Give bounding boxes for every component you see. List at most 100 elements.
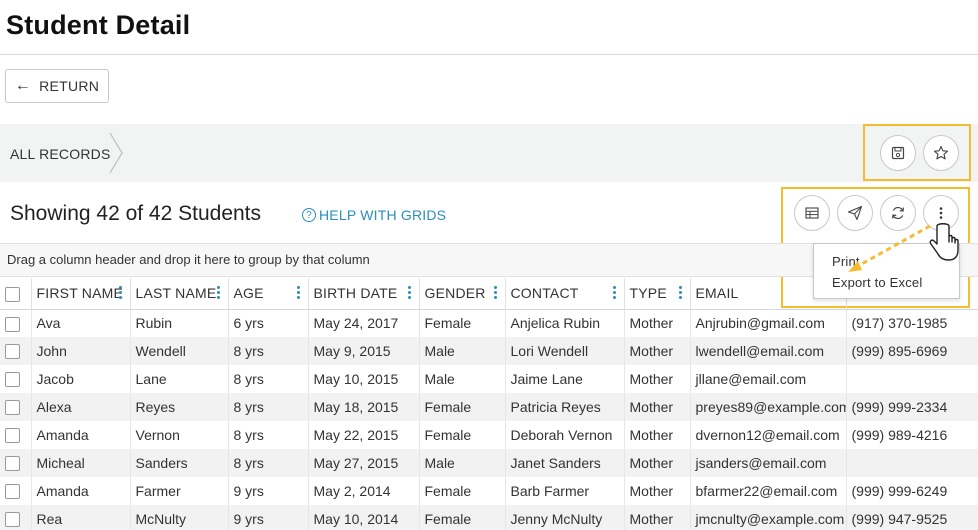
cell-email[interactable]: lwendell@email.com [690, 337, 847, 365]
column-header-gender[interactable]: GENDER [419, 278, 506, 310]
refresh-button[interactable] [880, 195, 916, 231]
table-row[interactable]: Amanda Vernon 8 yrs May 22, 2015 Female Debor… [0, 421, 978, 449]
cell-contact: Patricia Reyes [505, 393, 625, 421]
cell-last-name[interactable]: Farmer [130, 477, 229, 505]
cell-first-name[interactable]: John [31, 337, 131, 365]
cell-phone [846, 365, 978, 393]
column-header-age[interactable]: AGE [228, 278, 309, 310]
cell-last-name[interactable]: Vernon [130, 421, 229, 449]
cell-email[interactable]: jmcnulty@example.com [690, 505, 847, 530]
columns-icon [805, 207, 819, 219]
cell-birth-date: May 10, 2015 [308, 365, 420, 393]
cell-last-name[interactable]: Lane [130, 365, 229, 393]
cell-gender: Female [419, 393, 506, 421]
favorite-button[interactable] [923, 135, 959, 171]
column-menu-icon[interactable] [612, 286, 616, 300]
menu-item-export-to-excel[interactable]: Export to Excel [832, 272, 941, 293]
cell-birth-date: May 2, 2014 [308, 477, 420, 505]
row-checkbox[interactable] [5, 484, 20, 500]
breadcrumb: ALL RECORDS [0, 124, 978, 182]
column-menu-icon[interactable] [493, 286, 497, 300]
chevron-right-icon [109, 132, 123, 174]
cell-age: 8 yrs [228, 337, 309, 365]
menu-item-print[interactable]: Print [832, 251, 941, 272]
column-menu-icon[interactable] [296, 286, 300, 300]
grid-body: Ava Rubin 6 yrs May 24, 2017 Female Anjelica … [0, 309, 978, 530]
cell-first-name[interactable]: Ava [31, 309, 131, 337]
table-row[interactable]: Rea McNulty 9 yrs May 10, 2014 Female Jenny M… [0, 505, 978, 530]
cell-type: Mother [624, 449, 691, 477]
page-title: Student Detail [6, 10, 191, 40]
cell-gender: Female [419, 505, 506, 530]
cell-first-name[interactable]: Micheal [31, 449, 131, 477]
row-checkbox[interactable] [5, 512, 20, 528]
row-select-cell [0, 477, 32, 505]
column-menu-icon[interactable] [407, 286, 411, 300]
row-checkbox[interactable] [5, 428, 20, 444]
cell-last-name[interactable]: Reyes [130, 393, 229, 421]
save-view-button[interactable] [880, 135, 916, 171]
cell-last-name[interactable]: McNulty [130, 505, 229, 530]
row-checkbox[interactable] [5, 400, 20, 416]
cell-first-name[interactable]: Amanda [31, 421, 131, 449]
cell-last-name[interactable]: Rubin [130, 309, 229, 337]
star-icon [933, 145, 949, 160]
cell-first-name[interactable]: Rea [31, 505, 131, 530]
cell-type: Mother [624, 505, 691, 530]
table-row[interactable]: Jacob Lane 8 yrs May 10, 2015 Male Jaime Lane… [0, 365, 978, 393]
breadcrumb-all-records[interactable]: ALL RECORDS [10, 146, 111, 162]
cell-email[interactable]: bfarmer22@email.com [690, 477, 847, 505]
cell-first-name[interactable]: Jacob [31, 365, 131, 393]
cell-first-name[interactable]: Amanda [31, 477, 131, 505]
column-header-birth-date[interactable]: BIRTH DATE [308, 278, 420, 310]
cell-type: Mother [624, 393, 691, 421]
cell-type: Mother [624, 477, 691, 505]
save-icon [891, 146, 905, 160]
cell-email[interactable]: preyes89@example.com [690, 393, 847, 421]
help-with-grids-link[interactable]: ? HELP WITH GRIDS [302, 207, 446, 223]
return-button[interactable]: ← RETURN [5, 69, 109, 103]
column-menu-icon[interactable] [216, 286, 220, 300]
cell-last-name[interactable]: Sanders [130, 449, 229, 477]
cell-contact: Janet Sanders [505, 449, 625, 477]
column-header-first-name[interactable]: FIRST NAME [31, 278, 131, 310]
students-grid: FIRST NAME LAST NAME AGE BIRTH DATE GEND… [0, 278, 978, 530]
row-checkbox[interactable] [5, 456, 20, 472]
column-menu-icon[interactable] [118, 286, 122, 300]
cell-phone: (999) 999-6249 [846, 477, 978, 505]
row-select-cell [0, 421, 32, 449]
cell-gender: Female [419, 421, 506, 449]
cell-gender: Male [419, 337, 506, 365]
cell-email[interactable]: dvernon12@email.com [690, 421, 847, 449]
table-row[interactable]: Amanda Farmer 9 yrs May 2, 2014 Female Barb F… [0, 477, 978, 505]
cell-email[interactable]: jsanders@email.com [690, 449, 847, 477]
columns-button[interactable] [794, 195, 830, 231]
row-select-cell [0, 365, 32, 393]
cell-type: Mother [624, 337, 691, 365]
column-header-contact[interactable]: CONTACT [505, 278, 625, 310]
row-checkbox[interactable] [5, 344, 20, 360]
cell-age: 8 yrs [228, 449, 309, 477]
table-row[interactable]: Ava Rubin 6 yrs May 24, 2017 Female Anjelica … [0, 309, 978, 337]
cell-email[interactable]: Anjrubin@gmail.com [690, 309, 847, 337]
cell-age: 8 yrs [228, 393, 309, 421]
pointer-hand-icon [929, 223, 959, 261]
table-row[interactable]: John Wendell 8 yrs May 9, 2015 Male Lori Wend… [0, 337, 978, 365]
table-row[interactable]: Micheal Sanders 8 yrs May 27, 2015 Male Janet… [0, 449, 978, 477]
column-header-type[interactable]: TYPE [624, 278, 691, 310]
cell-last-name[interactable]: Wendell [130, 337, 229, 365]
send-button[interactable] [837, 195, 873, 231]
cell-age: 9 yrs [228, 505, 309, 530]
select-all-checkbox[interactable] [5, 286, 20, 302]
cell-phone: (999) 999-2334 [846, 393, 978, 421]
row-select-cell [0, 337, 32, 365]
column-menu-icon[interactable] [678, 286, 682, 300]
table-row[interactable]: Alexa Reyes 8 yrs May 18, 2015 Female Patrici… [0, 393, 978, 421]
row-checkbox[interactable] [5, 372, 20, 388]
row-checkbox[interactable] [5, 316, 20, 332]
cell-email[interactable]: jllane@email.com [690, 365, 847, 393]
cell-first-name[interactable]: Alexa [31, 393, 131, 421]
column-header-last-name[interactable]: LAST NAME [130, 278, 229, 310]
row-select-cell [0, 393, 32, 421]
cell-birth-date: May 18, 2015 [308, 393, 420, 421]
